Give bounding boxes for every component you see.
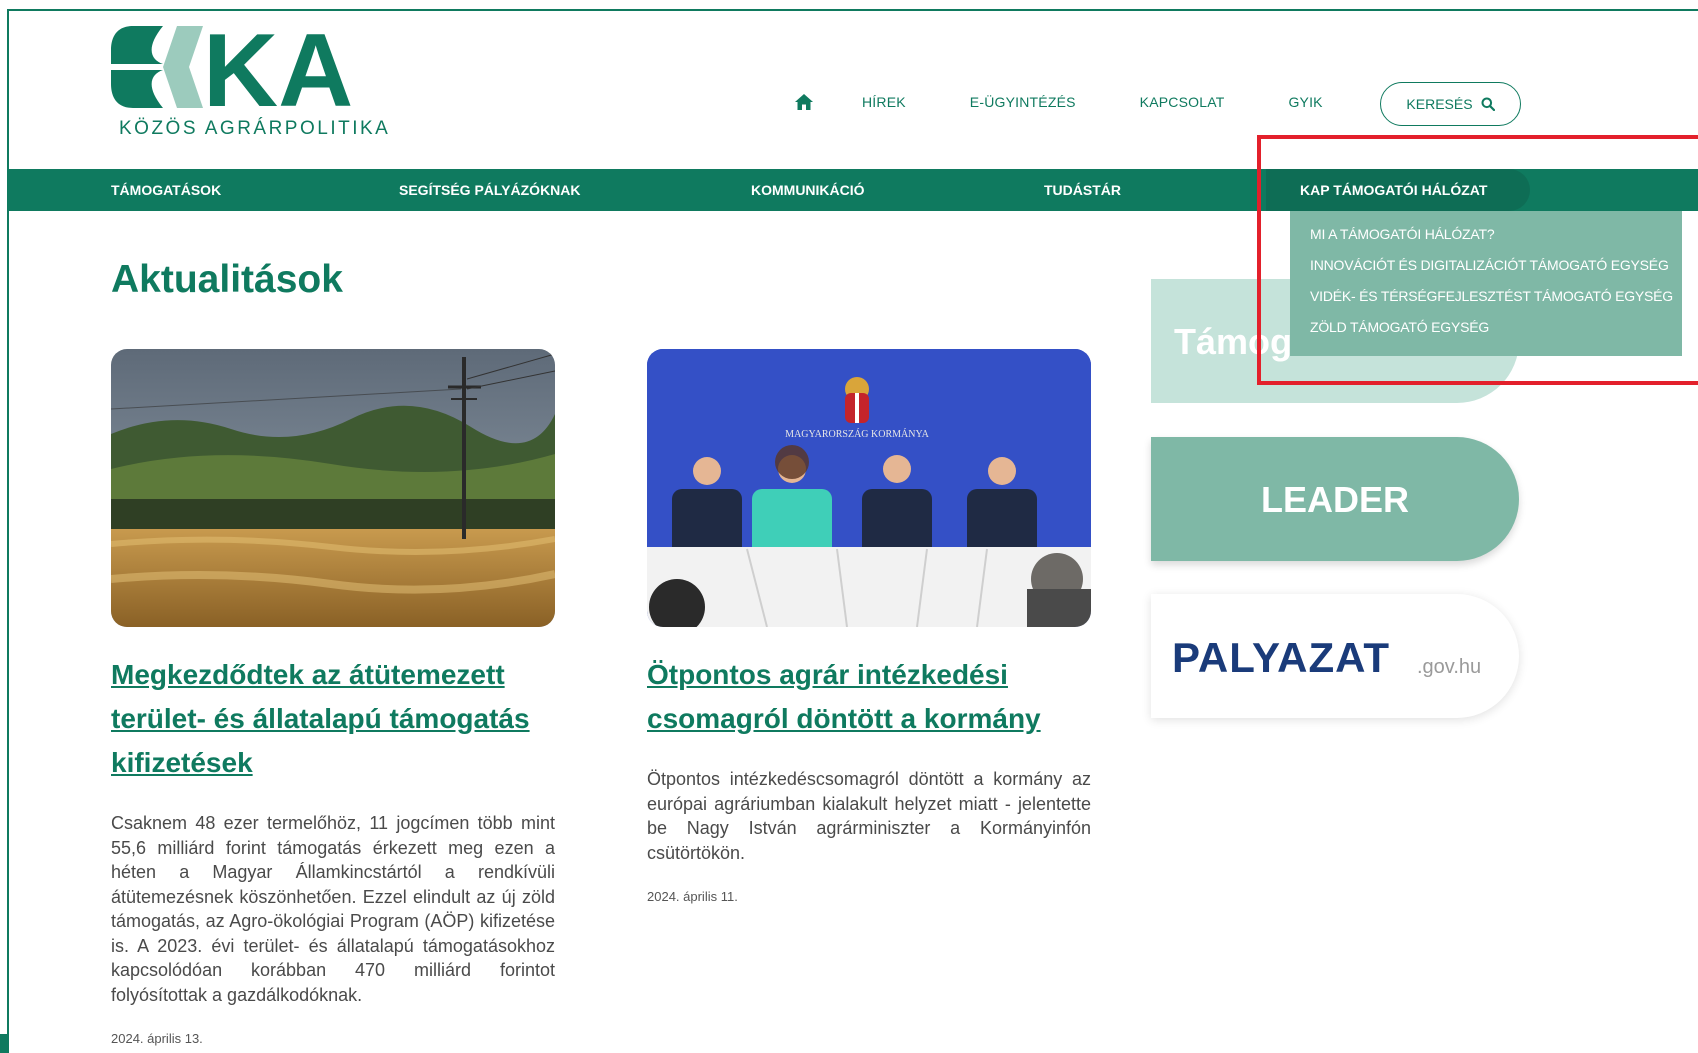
leader-banner[interactable]: LEADER [1151,437,1519,561]
article-image-field[interactable] [111,349,555,627]
article-summary: Ötpontos intézkedéscsomagról döntött a k… [647,769,1091,863]
menu-item-kommunikacio[interactable]: KOMMUNIKÁCIÓ [751,169,865,211]
kap-logo[interactable]: KAP KÖZÖS AGRÁRPOLITIKA [111,22,388,142]
palyazat-banner[interactable]: PALYAZAT .gov.hu [1151,594,1519,718]
menu-item-tamogatasok[interactable]: TÁMOGATÁSOK [111,169,221,211]
article-summary: Csaknem 48 ezer termelőhöz, 11 jogcímen … [111,813,555,1005]
article-card: MAGYARORSZÁG KORMÁNYA Ötpontos agrár int… [647,349,1091,904]
search-button[interactable]: KERESÉS [1380,82,1521,126]
search-label: KERESÉS [1406,96,1473,112]
palyazat-logo-text: PALYAZAT [1172,634,1391,681]
menu-item-segitseg-palyazoknak[interactable]: SEGÍTSÉG PÁLYÁZÓKNAK [399,169,581,211]
logo-subtitle: KÖZÖS AGRÁRPOLITIKA [119,118,391,139]
article-image-press-conference[interactable]: MAGYARORSZÁG KORMÁNYA [647,349,1091,627]
corner-mark [0,1034,7,1053]
red-highlight-box [1257,135,1698,385]
article-date: 2024. április 11. [647,889,738,904]
article-title-link[interactable]: Megkezdődtek az átütemezett terület- és … [111,653,555,785]
article-title-link[interactable]: Ötpontos agrár intézkedési csomagról dön… [647,653,1091,741]
home-icon[interactable] [790,88,818,116]
nav-link-e-ugyintezes[interactable]: E-ÜGYINTÉZÉS [970,94,1076,110]
nav-link-kapcsolat[interactable]: KAPCSOLAT [1140,94,1225,110]
svg-text:MAGYARORSZÁG KORMÁNYA: MAGYARORSZÁG KORMÁNYA [785,428,929,440]
page-title: Aktualitások [111,258,343,301]
article-date: 2024. április 13. [111,1031,203,1046]
top-navigation: HÍREK E-ÜGYINTÉZÉS KAPCSOLAT GYIK [790,82,1387,122]
article-card: Megkezdődtek az átütemezett terület- és … [111,349,555,1046]
nav-link-gyik[interactable]: GYIK [1288,94,1322,110]
palyazat-logo-suffix: .gov.hu [1417,656,1482,678]
kap-logo-graphic: KAP [111,22,351,112]
search-icon [1481,97,1495,111]
svg-text:KAP: KAP [203,22,351,112]
nav-link-hirek[interactable]: HÍREK [862,94,906,110]
leader-banner-label: LEADER [1260,479,1409,520]
menu-item-tudastar[interactable]: TUDÁSTÁR [1044,169,1121,211]
